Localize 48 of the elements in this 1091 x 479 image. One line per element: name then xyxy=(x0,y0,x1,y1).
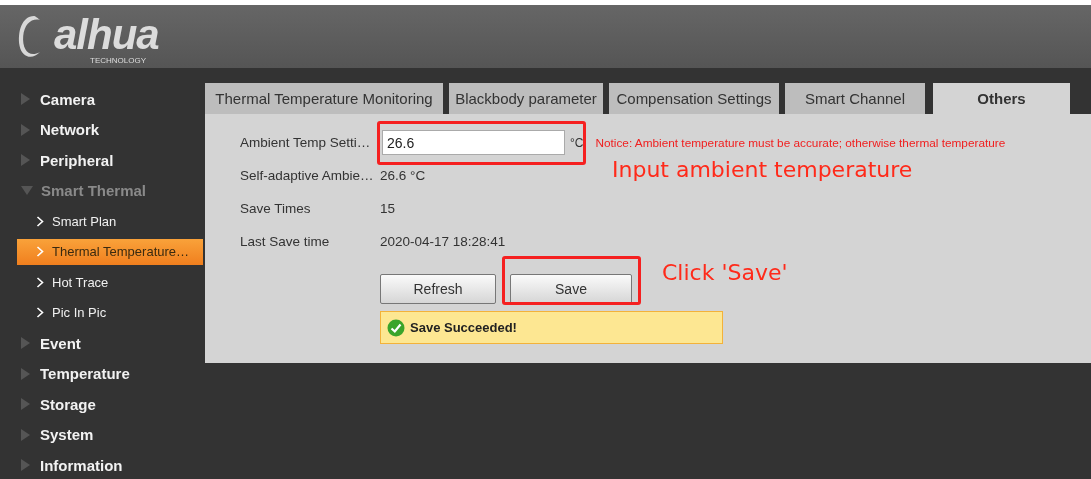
triangle-icon xyxy=(21,154,30,167)
chevron-icon xyxy=(36,246,44,257)
chevron-icon xyxy=(36,215,44,227)
unit-label: °C xyxy=(570,135,584,150)
sidebar-item[interactable]: Smart Thermal xyxy=(0,175,205,206)
tab[interactable]: Smart Channel xyxy=(785,83,925,114)
chevron-icon xyxy=(36,307,44,319)
sidebar-subitem[interactable]: Pic In Pic xyxy=(17,297,203,328)
sidebar-item[interactable]: Event xyxy=(0,328,205,359)
temperature-input[interactable]: 26.6 xyxy=(382,130,565,155)
sidebar-item[interactable]: Network xyxy=(0,114,205,145)
triangle-icon xyxy=(21,428,30,441)
tab[interactable]: Compensation Settings xyxy=(609,83,779,114)
field-label: Save Times xyxy=(240,201,312,216)
sidebar-subitem[interactable]: Smart Plan xyxy=(17,206,203,237)
triangle-icon xyxy=(21,337,30,350)
sidebar-item[interactable]: System xyxy=(0,419,205,450)
field-value: 26.6 °C xyxy=(380,168,426,183)
triangle-icon xyxy=(21,398,30,411)
sidebar-subitem[interactable]: Hot Trace xyxy=(17,267,203,298)
triangle-icon xyxy=(21,459,30,472)
logo: alhua TECHNOLOGY xyxy=(16,8,186,65)
tab[interactable]: Blackbody parameter xyxy=(449,83,603,114)
sidebar-subitem[interactable]: Thermal Temperature… xyxy=(17,238,203,265)
chevron-icon xyxy=(36,276,44,288)
tab[interactable]: Others xyxy=(933,83,1070,114)
triangle-icon xyxy=(21,186,33,196)
notice-text: Notice: Ambient temperature must be accurate; otherwise thermal temperature xyxy=(595,135,1006,150)
message-text: Save Succeeded! xyxy=(410,320,517,335)
save-button[interactable]: Save xyxy=(510,274,632,304)
annotation-text: Input ambient temperature xyxy=(612,157,913,182)
sidebar-item[interactable]: Storage xyxy=(0,389,205,420)
refresh-button[interactable]: Refresh xyxy=(380,274,496,304)
triangle-icon xyxy=(21,93,30,106)
field-value: 2020-04-17 18:28:41 xyxy=(380,234,506,249)
sidebar-item[interactable]: Information xyxy=(0,450,205,479)
tab[interactable]: Thermal Temperature Monitoring xyxy=(205,83,443,114)
sidebar-item[interactable]: Temperature xyxy=(0,358,205,389)
sidebar-item[interactable]: Camera xyxy=(0,84,205,115)
field-label: Self-adaptive Ambie… xyxy=(240,168,375,183)
annotation-text: Click 'Save' xyxy=(662,260,788,285)
sidebar-item[interactable]: Peripheral xyxy=(0,145,205,176)
field-value: 15 xyxy=(380,201,396,216)
triangle-icon xyxy=(21,123,30,136)
field-label: Last Save time xyxy=(240,234,331,249)
triangle-icon xyxy=(21,367,30,380)
check-icon xyxy=(387,318,405,337)
field-label: Ambient Temp Setti… xyxy=(240,135,372,150)
